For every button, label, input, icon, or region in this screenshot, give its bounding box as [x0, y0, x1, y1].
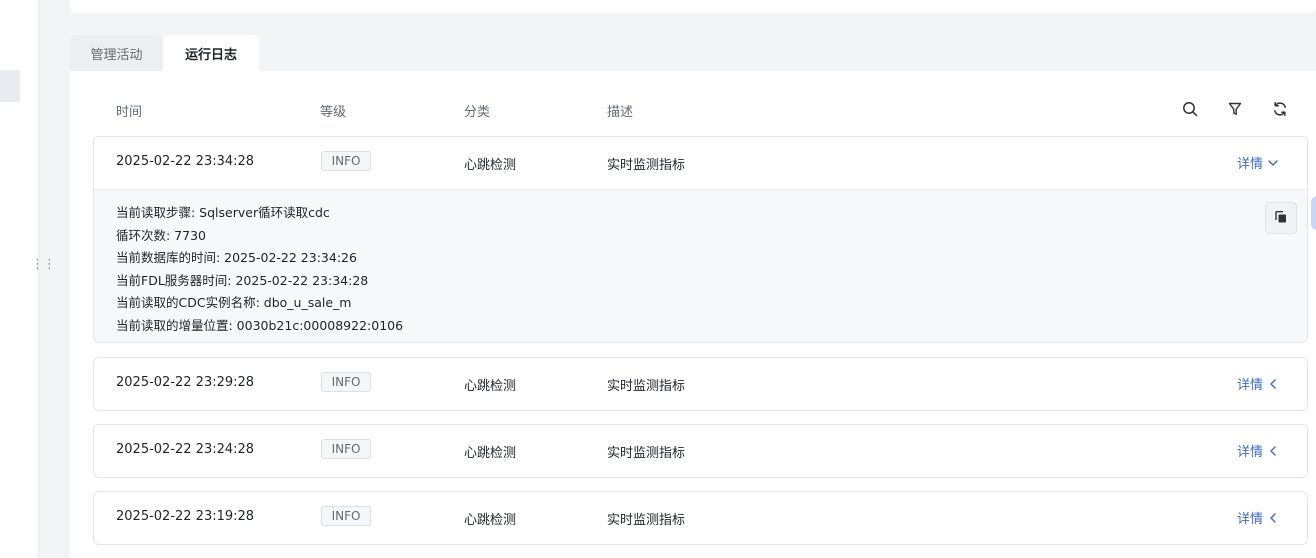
- tab-run-log[interactable]: 运行日志: [163, 35, 259, 71]
- detail-lines: 当前读取步骤: Sqlserver循环读取cdc 循环次数: 7730 当前数据…: [116, 202, 403, 337]
- log-time: 2025-02-22 23:29:28: [116, 375, 255, 390]
- detail-line: 当前读取的增量位置: 0030b21c:00008922:0106: [116, 317, 404, 333]
- copy-icon: [1274, 209, 1288, 228]
- detail-line: 循环次数: 7730: [116, 227, 206, 243]
- detail-line: 当前读取的CDC实例名称: dbo_u_sale_m: [116, 295, 352, 310]
- log-time: 2025-02-22 23:19:28: [116, 509, 255, 524]
- log-row-header[interactable]: 2025-02-22 23:34:28 INFO 心跳检测 实时监测指标 详情: [94, 137, 1307, 189]
- detail-label: 详情: [1236, 512, 1263, 527]
- level-badge: INFO: [321, 506, 371, 526]
- detail-toggle[interactable]: 详情: [1237, 508, 1279, 527]
- log-category: 心跳检测: [464, 446, 517, 461]
- detail-label: 详情: [1236, 445, 1263, 460]
- filter-icon[interactable]: [1225, 99, 1245, 119]
- log-time: 2025-02-22 23:34:28: [116, 154, 255, 169]
- log-description: 实时监测指标: [607, 158, 686, 173]
- chevron-down-icon: [1267, 157, 1279, 169]
- floating-handle[interactable]: [1311, 196, 1316, 230]
- log-panel: 时间 等级 分类 描述 2025-02-22 23:34:28 INFO 心跳检…: [70, 71, 1316, 558]
- log-row-header[interactable]: 2025-02-22 23:29:28 INFO 心跳检测 实时监测指标 详情: [94, 358, 1307, 410]
- log-row-header[interactable]: 2025-02-22 23:24:28 INFO 心跳检测 实时监测指标 详情: [94, 425, 1307, 477]
- detail-toggle[interactable]: 详情: [1237, 153, 1279, 172]
- tab-management-activity[interactable]: 管理活动: [70, 35, 163, 71]
- log-row: 2025-02-22 23:34:28 INFO 心跳检测 实时监测指标 详情 …: [93, 136, 1308, 343]
- detail-label: 详情: [1236, 378, 1263, 393]
- level-badge: INFO: [321, 151, 371, 171]
- detail-line: 当前读取步骤: Sqlserver循环读取cdc: [116, 205, 330, 220]
- detail-label: 详情: [1236, 157, 1263, 172]
- detail-toggle[interactable]: 详情: [1237, 374, 1279, 393]
- log-row: 2025-02-22 23:19:28 INFO 心跳检测 实时监测指标 详情: [93, 491, 1308, 545]
- level-badge: INFO: [321, 372, 371, 392]
- log-description: 实时监测指标: [607, 446, 686, 461]
- refresh-icon[interactable]: [1270, 99, 1290, 119]
- search-icon[interactable]: [1180, 99, 1200, 119]
- column-header-time: 时间: [116, 105, 143, 120]
- column-header-level: 等级: [320, 105, 347, 120]
- log-time: 2025-02-22 23:24:28: [116, 442, 255, 457]
- column-header-category: 分类: [464, 105, 491, 120]
- log-row: 2025-02-22 23:29:28 INFO 心跳检测 实时监测指标 详情: [93, 357, 1308, 411]
- top-card: [70, 0, 1316, 13]
- chevron-left-icon: [1267, 512, 1279, 524]
- tab-bar: 管理活动 运行日志: [70, 35, 259, 71]
- chevron-left-icon: [1267, 445, 1279, 457]
- log-description: 实时监测指标: [607, 513, 686, 528]
- log-row: 2025-02-22 23:24:28 INFO 心跳检测 实时监测指标 详情: [93, 424, 1308, 478]
- log-detail-panel: 当前读取步骤: Sqlserver循环读取cdc 循环次数: 7730 当前数据…: [94, 189, 1307, 342]
- log-category: 心跳检测: [464, 379, 517, 394]
- sidebar-active-item[interactable]: [0, 70, 20, 102]
- log-description: 实时监测指标: [607, 379, 686, 394]
- detail-toggle[interactable]: 详情: [1237, 441, 1279, 460]
- log-category: 心跳检测: [464, 513, 517, 528]
- detail-line: 当前FDL服务器时间: 2025-02-22 23:34:28: [116, 272, 369, 288]
- chevron-left-icon: [1267, 378, 1279, 390]
- log-category: 心跳检测: [464, 158, 517, 173]
- drag-handle-icon[interactable]: ⋮⋮: [31, 258, 56, 271]
- log-row-header[interactable]: 2025-02-22 23:19:28 INFO 心跳检测 实时监测指标 详情: [94, 492, 1307, 544]
- copy-button[interactable]: [1265, 202, 1297, 234]
- level-badge: INFO: [321, 439, 371, 459]
- detail-line: 当前数据库的时间: 2025-02-22 23:34:26: [116, 250, 357, 265]
- column-header-description: 描述: [607, 105, 634, 120]
- table-header: 时间 等级 分类 描述: [70, 93, 1316, 127]
- left-sidebar: [0, 0, 39, 558]
